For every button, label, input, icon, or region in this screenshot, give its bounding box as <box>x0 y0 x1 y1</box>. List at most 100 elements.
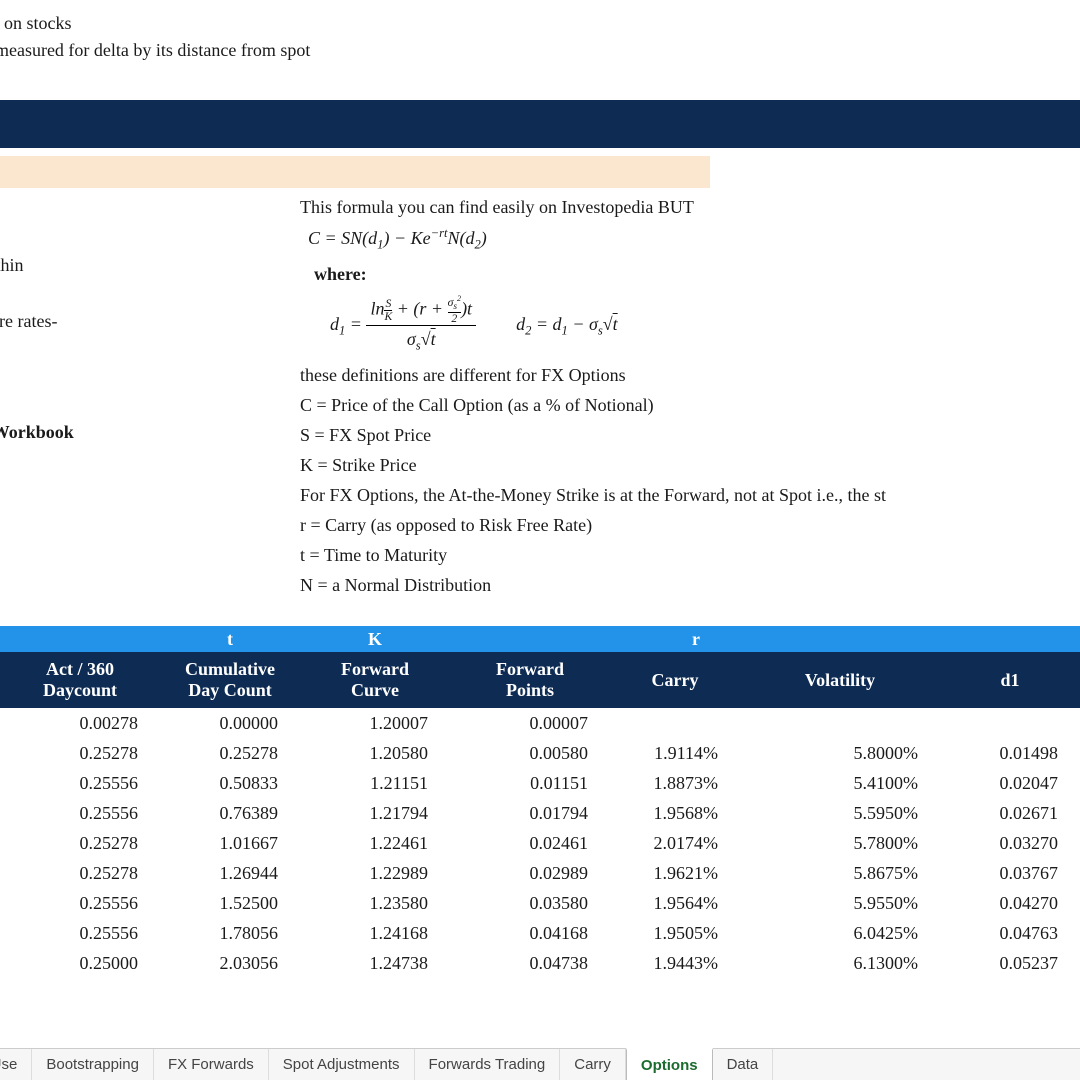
cell-day: 0.25000 <box>0 953 160 974</box>
cell-fwd: 1.21151 <box>300 773 450 794</box>
sheet-tab-forwards-trading[interactable]: Forwards Trading <box>415 1049 561 1080</box>
cell-carry: 1.9564% <box>610 893 740 914</box>
cell-cum: 1.52500 <box>160 893 300 914</box>
cell-day: 0.25556 <box>0 803 160 824</box>
cell-carry: 1.9443% <box>610 953 740 974</box>
sheet-tabs: of UseBootstrappingFX ForwardsSpot Adjus… <box>0 1048 1080 1080</box>
cell-d1: 0.03270 <box>940 833 1080 854</box>
cell-pts: 0.02989 <box>450 863 610 884</box>
var-t: t <box>160 629 300 650</box>
cell-cum: 0.50833 <box>160 773 300 794</box>
cell-pts: 0.03580 <box>450 893 610 914</box>
formula-lead: This formula you can find easily on Inve… <box>300 194 1080 222</box>
cell-cum: 1.01667 <box>160 833 300 854</box>
cell-carry: 1.9505% <box>610 923 740 944</box>
cell-d1: 0.04270 <box>940 893 1080 914</box>
sheet-tab-data[interactable]: Data <box>713 1049 774 1080</box>
left-column-text: ere its ere is a thin or is more rates- … <box>0 224 74 447</box>
table-row: 0.252781.269441.229890.029891.9621%5.867… <box>0 858 1080 888</box>
cell-pts: 0.00007 <box>450 713 610 734</box>
cell-pts: 0.01794 <box>450 803 610 824</box>
cell-day: 0.25278 <box>0 863 160 884</box>
cell-vol: 5.4100% <box>740 773 940 794</box>
left-line: n scope. <box>0 364 74 392</box>
cell-cum: 0.76389 <box>160 803 300 824</box>
def-line: S = FX Spot Price <box>300 422 1080 450</box>
section-divider-dark <box>0 100 1080 148</box>
sheet-tab-bootstrapping[interactable]: Bootstrapping <box>32 1049 154 1080</box>
section-divider-peach <box>0 156 710 188</box>
formula-call-price: C = SN(d1) − Ke−rtN(d2) <box>308 224 1080 255</box>
cell-d1: 0.05237 <box>940 953 1080 974</box>
cell-day: 0.25556 <box>0 893 160 914</box>
table-row: 0.255561.780561.241680.041681.9505%6.042… <box>0 918 1080 948</box>
where-label: where: <box>314 261 1080 289</box>
left-line: or is more rates- <box>0 308 74 336</box>
cell-carry: 1.9114% <box>610 743 740 764</box>
cell-carry: 1.9568% <box>610 803 740 824</box>
col-carry: Carry <box>610 670 740 691</box>
table-row: 0.252780.252781.205800.005801.9114%5.800… <box>0 738 1080 768</box>
col-points: ForwardPoints <box>450 659 610 700</box>
cell-day: 0.25278 <box>0 743 160 764</box>
cell-fwd: 1.21794 <box>300 803 450 824</box>
table-row: 0.255560.508331.211510.011511.8873%5.410… <box>0 768 1080 798</box>
cell-day: 0.25556 <box>0 773 160 794</box>
intro-text: re based on stocks kes are measured for … <box>0 0 1080 64</box>
cell-carry: 2.0174% <box>610 833 740 854</box>
defs-heading: these definitions are different for FX O… <box>300 362 1080 390</box>
cell-cum: 2.03056 <box>160 953 300 974</box>
cell-cum: 0.25278 <box>160 743 300 764</box>
cell-fwd: 1.22461 <box>300 833 450 854</box>
cell-vol: 5.5950% <box>740 803 940 824</box>
sheet-tab-of-use[interactable]: of Use <box>0 1049 32 1080</box>
sheet-tab-fx-forwards[interactable]: FX Forwards <box>154 1049 269 1080</box>
cell-fwd: 1.22989 <box>300 863 450 884</box>
left-line: ere its <box>0 224 74 252</box>
cell-day: 0.25278 <box>0 833 160 854</box>
sheet-tab-spot-adjustments[interactable]: Spot Adjustments <box>269 1049 415 1080</box>
cell-pts: 0.01151 <box>450 773 610 794</box>
cell-carry: 1.8873% <box>610 773 740 794</box>
table-row: 0.002780.000001.200070.00007 <box>0 708 1080 738</box>
var-r: r <box>610 629 740 650</box>
def-line: For FX Options, the At-the-Money Strike … <box>300 482 1080 510</box>
cell-fwd: 1.20580 <box>300 743 450 764</box>
def-line: C = Price of the Call Option (as a % of … <box>300 392 1080 420</box>
col-daycount: Act / 360Daycount <box>0 659 160 700</box>
formula-block: This formula you can find easily on Inve… <box>300 194 1080 599</box>
left-line: ere is a thin <box>0 252 74 280</box>
cell-d1: 0.04763 <box>940 923 1080 944</box>
cell-vol: 5.9550% <box>740 893 940 914</box>
cell-cum: 1.78056 <box>160 923 300 944</box>
formula-d1-d2: d1 = lnSK + (r + σs22)t σs√t d2 = d1 − σ… <box>330 295 1080 356</box>
variable-label-row: t K r <box>0 626 1080 652</box>
cell-vol: 5.8675% <box>740 863 940 884</box>
table-row: 0.252781.016671.224610.024612.0174%5.780… <box>0 828 1080 858</box>
cell-vol: 5.7800% <box>740 833 940 854</box>
cell-fwd: 1.24738 <box>300 953 450 974</box>
cell-vol: 6.0425% <box>740 923 940 944</box>
cell-vol: 5.8000% <box>740 743 940 764</box>
cell-d1: 0.01498 <box>940 743 1080 764</box>
options-data-table: t K r Act / 360Daycount CumulativeDay Co… <box>0 626 1080 978</box>
cell-d1: 0.02047 <box>940 773 1080 794</box>
var-K: K <box>300 629 450 650</box>
col-d1: d1 <box>940 670 1080 691</box>
col-cumulative: CumulativeDay Count <box>160 659 300 700</box>
def-line: r = Carry (as opposed to Risk Free Rate) <box>300 512 1080 540</box>
table-row: 0.255561.525001.235800.035801.9564%5.955… <box>0 888 1080 918</box>
cell-fwd: 1.24168 <box>300 923 450 944</box>
cell-pts: 0.02461 <box>450 833 610 854</box>
sheet-tab-carry[interactable]: Carry <box>560 1049 626 1080</box>
col-forward: ForwardCurve <box>300 659 450 700</box>
cell-pts: 0.04738 <box>450 953 610 974</box>
table-row: 0.250002.030561.247380.047381.9443%6.130… <box>0 948 1080 978</box>
cell-cum: 0.00000 <box>160 713 300 734</box>
col-volatility: Volatility <box>740 670 940 691</box>
table-header-row: Act / 360Daycount CumulativeDay Count Fo… <box>0 652 1080 708</box>
cell-pts: 0.00580 <box>450 743 610 764</box>
cell-vol: 6.1300% <box>740 953 940 974</box>
table-row: 0.255560.763891.217940.017941.9568%5.595… <box>0 798 1080 828</box>
sheet-tab-options[interactable]: Options <box>626 1048 713 1080</box>
